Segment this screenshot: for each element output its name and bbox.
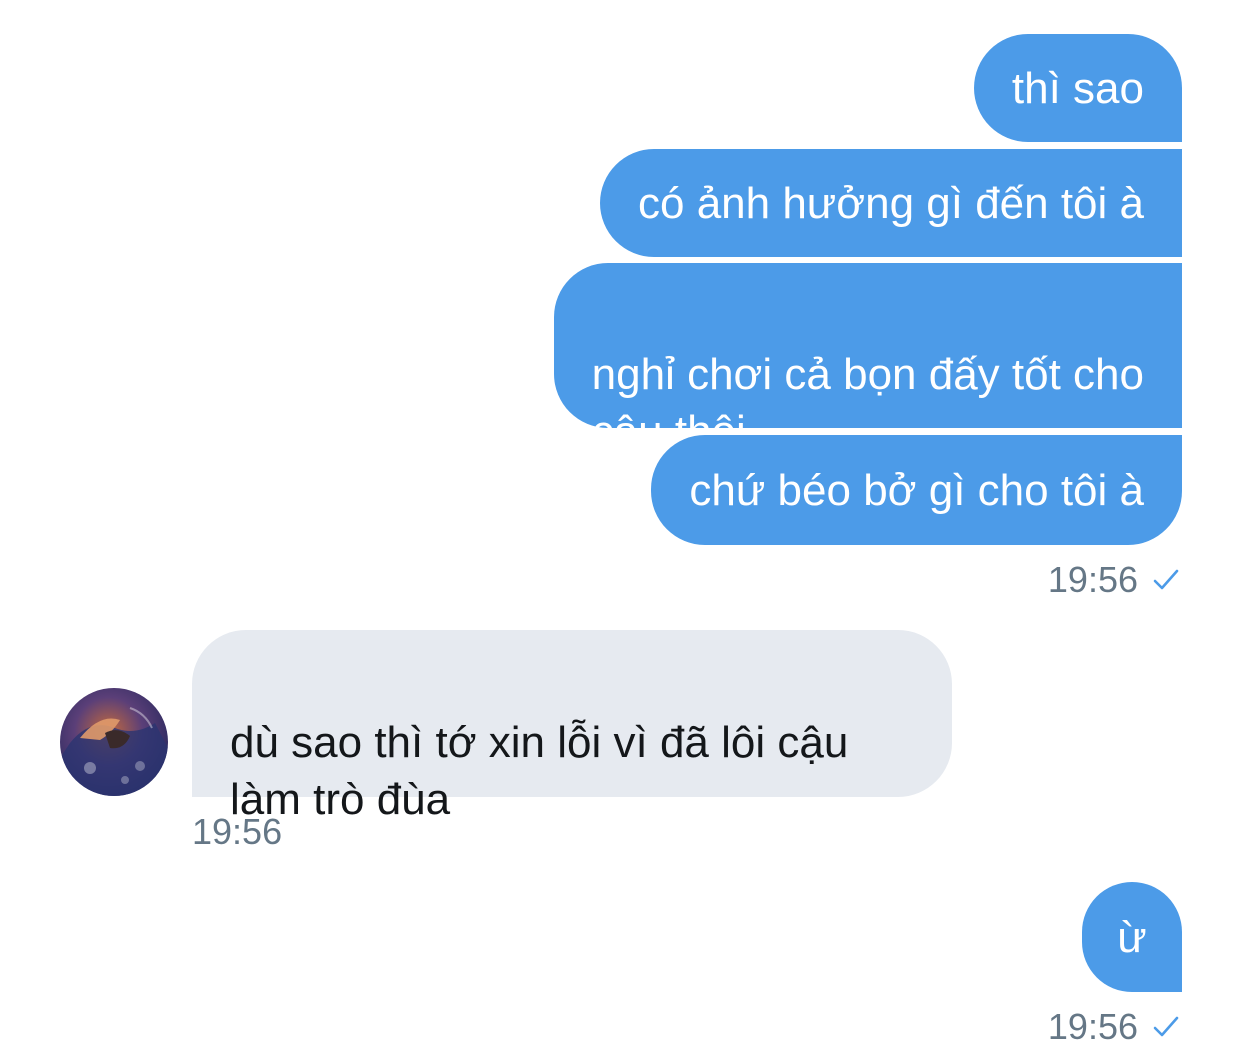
message-text: có ảnh hưởng gì đến tôi à (638, 179, 1144, 228)
check-icon (1153, 569, 1179, 590)
user-avatar[interactable] (60, 688, 168, 796)
message-bubble-outgoing[interactable]: thì sao (973, 34, 1182, 142)
avatar-image (60, 688, 168, 796)
message-text: chứ béo bở gì cho tôi à (689, 466, 1144, 515)
message-bubble-outgoing[interactable]: có ảnh hưởng gì đến tôi à (600, 149, 1182, 257)
message-meta: 19:56 (1048, 560, 1182, 600)
message-text: thì sao (1011, 64, 1144, 113)
message-bubble-outgoing[interactable]: nghỉ chơi cả bọn đấy tốt cho cậu thôi (553, 263, 1182, 456)
check-icon (1153, 1016, 1179, 1037)
message-text: ừ (1117, 913, 1147, 962)
message-bubble-outgoing[interactable]: chứ béo bở gì cho tôi à (651, 435, 1182, 545)
message-meta: 19:56 (1048, 1007, 1182, 1047)
message-text: dù sao thì tớ xin lỗi vì đã lôi cậu làm … (230, 718, 849, 824)
timestamp: 19:56 (1047, 559, 1138, 600)
timestamp: 19:56 (1047, 1006, 1138, 1047)
message-bubble-incoming[interactable]: dù sao thì tớ xin lỗi vì đã lôi cậu làm … (192, 630, 952, 824)
message-bubble-outgoing[interactable]: ừ (1082, 882, 1182, 992)
timestamp: 19:56 (192, 811, 283, 852)
